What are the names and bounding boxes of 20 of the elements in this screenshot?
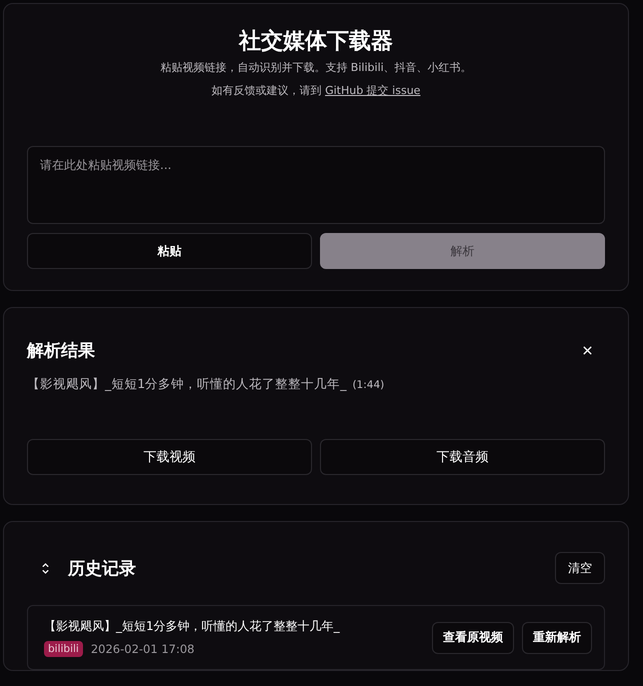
view-original-button[interactable]: 查看原视频 (432, 622, 514, 654)
chevron-up-down-icon[interactable] (41, 562, 50, 574)
history-title: 历史记录 (68, 558, 137, 580)
history-video-title: 【影视飓风】_短短1分多钟，听懂的人花了整整十几年_ (44, 618, 341, 635)
subtitle: 粘贴视频链接，自动识别并下载。支持 Bilibili、抖音、小红书。 (159, 60, 473, 75)
video-duration: (1:44) (352, 379, 384, 391)
video-title: 【影视飓风】_短短1分多钟，听懂的人花了整整十几年_ (27, 376, 346, 393)
app-title: 社交媒体下载器 (238, 28, 394, 56)
history-time: 2026-02-01 17:08 (90, 642, 194, 656)
result-title: 解析结果 (27, 340, 95, 362)
platform-tag: bilibili (44, 641, 83, 657)
paste-button[interactable]: 粘贴 (27, 233, 312, 269)
close-icon[interactable] (582, 345, 593, 356)
feedback-note: 如有反馈或建议，请到 GitHub 提交 issue (210, 83, 422, 98)
url-input-field[interactable]: 请在此处粘贴视频链接... (27, 146, 605, 224)
download-video-button[interactable]: 下载视频 (27, 439, 312, 475)
github-link[interactable]: GitHub 提交 issue (325, 84, 420, 97)
reparse-button[interactable]: 重新解析 (522, 622, 592, 654)
download-audio-button[interactable]: 下载音频 (320, 439, 605, 475)
clear-button[interactable]: 清空 (555, 552, 605, 584)
